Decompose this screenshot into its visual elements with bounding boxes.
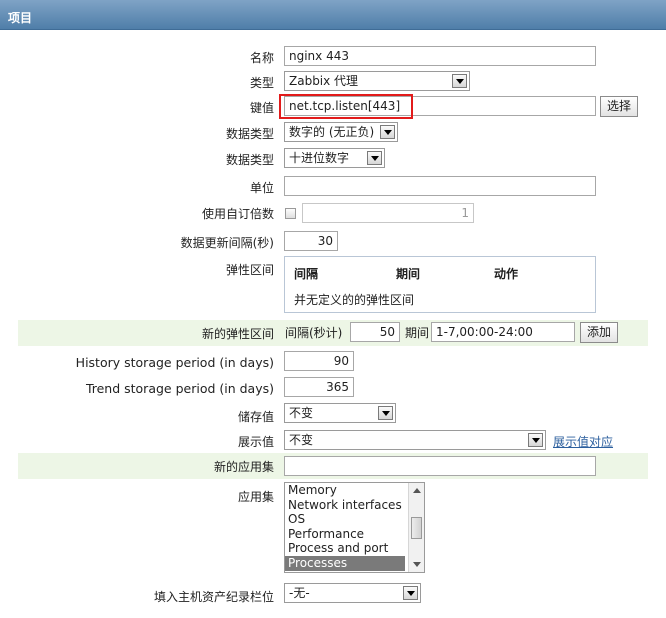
flex-intervals-table: 间隔 期间 动作 并无定义的的弹性区间 xyxy=(284,256,596,313)
multiplier-label: 使用自订倍数 xyxy=(201,207,274,221)
data-type-select-value: 数字的 (无正负) xyxy=(289,125,375,139)
select-key-button[interactable]: 选择 xyxy=(600,96,639,117)
multiplier-input[interactable]: 1 xyxy=(302,203,474,223)
show-value-label: 展示值 xyxy=(237,435,274,449)
data-format-label: 数据类型 xyxy=(225,153,274,167)
highlight-box xyxy=(279,94,413,119)
chevron-down-icon xyxy=(378,406,393,420)
new-application-label: 新的应用集 xyxy=(213,460,274,474)
type-select[interactable]: Zabbix 代理 xyxy=(284,71,470,91)
new-flex-label: 新的弹性区间 xyxy=(201,327,274,341)
list-item-selected[interactable]: Processes xyxy=(285,555,405,571)
chevron-down-icon xyxy=(367,151,382,165)
data-type-select[interactable]: 数字的 (无正负) xyxy=(284,122,398,142)
new-flex-period-label: 期间 xyxy=(405,326,430,340)
data-format-select-value: 十进位数字 xyxy=(289,151,350,165)
flex-empty-message: 并无定义的的弹性区间 xyxy=(294,293,415,307)
units-input[interactable] xyxy=(284,176,596,196)
multiplier-checkbox[interactable] xyxy=(285,208,296,219)
col-period-header: 期间 xyxy=(396,267,421,281)
chevron-down-icon xyxy=(528,433,543,447)
list-item[interactable]: Performance xyxy=(285,527,424,542)
store-value-select-value: 不变 xyxy=(289,406,314,420)
update-interval-label: 数据更新间隔(秒) xyxy=(180,236,274,250)
inventory-select-value: -无- xyxy=(289,586,310,600)
units-label: 单位 xyxy=(249,181,274,195)
data-format-select[interactable]: 十进位数字 xyxy=(284,148,385,168)
scroll-down-icon[interactable] xyxy=(413,562,421,567)
type-select-value: Zabbix 代理 xyxy=(289,74,359,88)
add-flex-button[interactable]: 添加 xyxy=(580,322,619,343)
history-label: History storage period (in days) xyxy=(75,355,274,370)
show-value-select-value: 不变 xyxy=(289,433,314,447)
store-value-label: 储存值 xyxy=(237,410,274,424)
new-flex-interval-input[interactable]: 50 xyxy=(350,322,400,342)
store-value-select[interactable]: 不变 xyxy=(284,403,396,423)
col-action-header: 动作 xyxy=(494,267,519,281)
chevron-down-icon xyxy=(452,74,467,88)
applications-listbox[interactable]: Memory Network interfaces OS Performance… xyxy=(284,482,425,573)
key-label: 键值 xyxy=(249,101,274,115)
value-mapping-link[interactable]: 展示值对应 xyxy=(553,433,613,450)
update-interval-input[interactable]: 30 xyxy=(284,231,338,251)
chevron-down-icon xyxy=(380,125,395,139)
type-label: 类型 xyxy=(249,76,274,90)
listbox-scrollbar[interactable] xyxy=(408,483,424,572)
new-flex-interval-label: 间隔(秒计) xyxy=(285,326,343,340)
history-input[interactable]: 90 xyxy=(284,351,354,371)
list-item[interactable]: OS xyxy=(285,512,424,527)
inventory-label: 填入主机资产纪录栏位 xyxy=(153,590,274,604)
section-title: 项目 xyxy=(8,11,33,25)
trends-input[interactable]: 365 xyxy=(284,377,354,397)
inventory-select[interactable]: -无- xyxy=(284,583,421,603)
scroll-thumb[interactable] xyxy=(411,517,422,539)
scroll-up-icon[interactable] xyxy=(413,488,421,493)
name-input[interactable]: nginx 443 xyxy=(284,46,596,66)
name-label: 名称 xyxy=(249,51,274,65)
col-interval-header: 间隔 xyxy=(294,267,319,281)
applications-label: 应用集 xyxy=(237,490,274,504)
list-item[interactable]: Network interfaces xyxy=(285,498,424,513)
list-item[interactable]: Process and port xyxy=(285,541,424,556)
section-header: 项目 xyxy=(0,0,666,30)
show-value-select[interactable]: 不变 xyxy=(284,430,546,450)
new-flex-period-input[interactable]: 1-7,00:00-24:00 xyxy=(431,322,575,342)
chevron-down-icon xyxy=(403,586,418,600)
new-application-input[interactable] xyxy=(284,456,596,476)
trends-label: Trend storage period (in days) xyxy=(85,381,274,396)
list-item[interactable]: Memory xyxy=(285,483,424,498)
flex-intervals-label: 弹性区间 xyxy=(225,263,274,277)
data-type-label: 数据类型 xyxy=(225,127,274,141)
